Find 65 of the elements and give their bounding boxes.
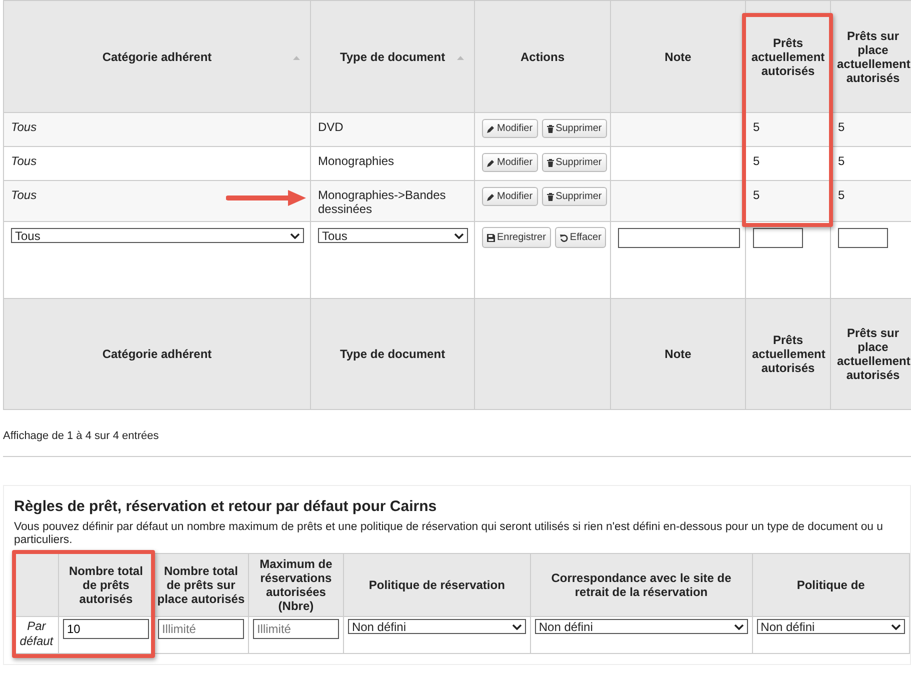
column-footer: Type de document bbox=[310, 298, 474, 410]
trash-icon bbox=[546, 158, 554, 166]
pencil-icon bbox=[487, 124, 495, 132]
entries-info: Affichage de 1 à 4 sur 4 entrées bbox=[3, 430, 160, 442]
undo-icon bbox=[560, 234, 568, 242]
edit-button[interactable]: Modifier bbox=[482, 187, 538, 206]
loans-field[interactable] bbox=[753, 228, 803, 248]
policy-select[interactable]: Non défini bbox=[348, 619, 526, 634]
table-cell: Monographies bbox=[318, 154, 394, 168]
column-header: Politique de bbox=[752, 554, 910, 616]
sort-icon bbox=[293, 56, 300, 60]
column-header[interactable]: Catégorie adhérent bbox=[4, 0, 310, 112]
policy-select[interactable]: Non défini bbox=[756, 619, 905, 634]
edit-button[interactable]: Modifier bbox=[482, 153, 538, 172]
column-header: Politique de réservation bbox=[343, 554, 530, 616]
column-header: Maximum de réservations autorisées (Nbre) bbox=[248, 554, 344, 616]
pencil-icon bbox=[487, 192, 495, 200]
section-title: Règles de prêt, réservation et retour par défaut pour Cairns bbox=[14, 498, 438, 515]
table-cell: 5 bbox=[838, 154, 845, 168]
delete-button[interactable]: Supprimer bbox=[542, 153, 607, 172]
onsite-loans-field[interactable] bbox=[838, 228, 888, 248]
number-field[interactable]: Illimité bbox=[158, 619, 244, 639]
table-cell: 5 bbox=[838, 120, 845, 134]
edit-button[interactable]: Modifier bbox=[482, 119, 538, 138]
section-description: Vous pouvez définir par défaut un nombre maximum de prêts et une politique de réservation qui seront utilisés si rien n'est défini en-dessous pour un type de document ou u particuliers. bbox=[14, 521, 884, 547]
column-header: Actions bbox=[474, 0, 610, 112]
table-cell: 5 bbox=[753, 188, 760, 202]
chevron-icon bbox=[290, 232, 300, 238]
table-cell: Tous bbox=[11, 120, 37, 134]
column-footer: Prêts sur place actuellement autorisés bbox=[830, 298, 911, 410]
delete-button[interactable]: Supprimer bbox=[542, 187, 607, 206]
table-cell: Tous bbox=[11, 188, 37, 202]
column-header: Prêts sur place actuellement autorisés bbox=[830, 0, 911, 112]
floppy-icon bbox=[487, 234, 495, 242]
clear-button[interactable]: Effacer bbox=[554, 227, 606, 248]
document-type-select[interactable]: Tous bbox=[318, 228, 468, 243]
sort-icon bbox=[457, 56, 464, 60]
table-cell: 5 bbox=[838, 188, 845, 202]
note-field[interactable] bbox=[618, 228, 740, 248]
number-field[interactable]: 10 bbox=[62, 619, 149, 639]
table-cell: Monographies->Bandes dessinées bbox=[318, 188, 446, 216]
trash-icon bbox=[546, 124, 554, 132]
table-cell: 5 bbox=[753, 154, 760, 168]
trash-icon bbox=[546, 192, 554, 200]
chevron-icon bbox=[891, 624, 901, 630]
delete-button[interactable]: Supprimer bbox=[542, 119, 607, 138]
column-header[interactable]: Type de document bbox=[310, 0, 474, 112]
column-header: Nombre total de prêts sur place autorisés bbox=[153, 554, 248, 616]
table-cell: Tous bbox=[11, 154, 37, 168]
policy-select[interactable]: Non défini bbox=[534, 619, 748, 634]
table-cell: DVD bbox=[318, 120, 344, 134]
chevron-icon bbox=[454, 232, 464, 238]
table-cell: 5 bbox=[753, 120, 760, 134]
pencil-icon bbox=[487, 158, 495, 166]
save-button[interactable]: Enregistrer bbox=[482, 227, 551, 248]
number-field[interactable]: Illimité bbox=[252, 619, 339, 639]
row-label: Par défaut bbox=[14, 616, 58, 654]
chevron-icon bbox=[512, 624, 522, 630]
category-select[interactable]: Tous bbox=[11, 228, 304, 243]
chevron-icon bbox=[734, 624, 744, 630]
column-footer: Catégorie adhérent bbox=[4, 298, 310, 410]
column-footer: Prêts actuellement autorisés bbox=[746, 298, 830, 410]
column-header: Note bbox=[610, 0, 746, 112]
column-footer: Note bbox=[610, 298, 746, 410]
column-header: Correspondance avec le site de retrait de la réservation bbox=[530, 554, 752, 616]
